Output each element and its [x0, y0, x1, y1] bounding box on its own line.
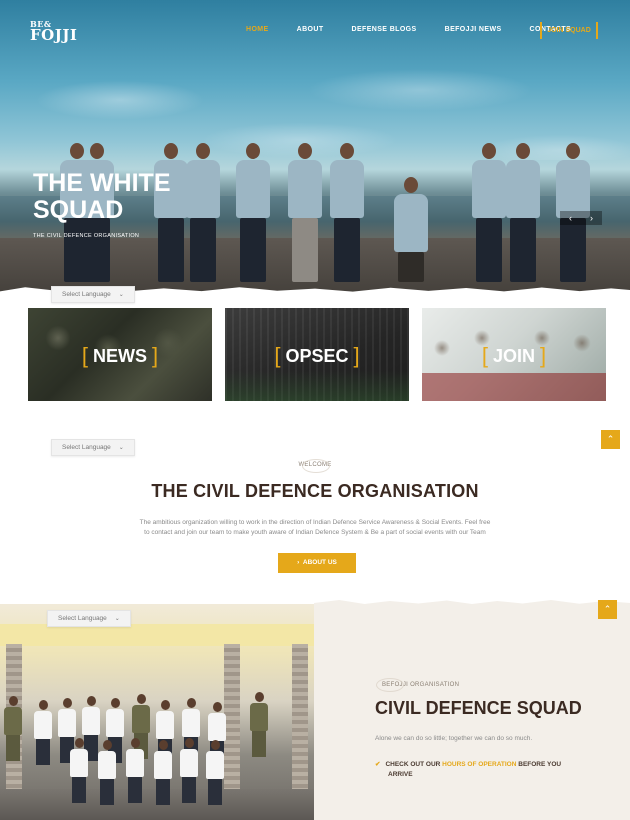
hero-title-line-1: THE WHITE [33, 169, 171, 197]
about-us-label: ABOUT US [302, 559, 337, 566]
opsec-card-text: OPSEC [285, 346, 349, 366]
photo-person [4, 696, 22, 761]
nav-befojji-news[interactable]: BEFOJJI NEWS [445, 26, 502, 33]
language-select[interactable]: Select Language ⌄ [51, 286, 135, 303]
hero-person [394, 177, 428, 282]
photo-pillar [292, 644, 308, 794]
welcome-title: THE CIVIL DEFENCE ORGANISATION [151, 481, 479, 501]
join-squad-button[interactable]: JOIN SQUAD [540, 22, 598, 39]
chevron-up-icon: ⌃ [603, 604, 612, 614]
language-select[interactable]: Select Language ⌄ [47, 610, 131, 627]
chevron-left-icon[interactable]: ‹ [560, 211, 581, 225]
nav-about[interactable]: ABOUT [297, 26, 324, 33]
photo-person [180, 738, 198, 803]
join-card[interactable]: [ JOIN ] [422, 308, 606, 401]
hero-person [236, 143, 270, 282]
check-prefix: CHECK OUT OUR [385, 761, 443, 768]
hero-person [288, 143, 322, 282]
opsec-card-label: [ OPSEC ] [274, 343, 360, 368]
language-select-label: Select Language [58, 615, 107, 622]
opsec-card[interactable]: [ OPSEC ] [225, 308, 409, 401]
welcome-text-line-2: to contact and join our team to make you… [144, 529, 486, 536]
logo-line-2: FOJJI [30, 26, 78, 44]
news-card[interactable]: [ NEWS ] [28, 308, 212, 401]
photo-person [70, 738, 88, 803]
hero-person [506, 143, 540, 282]
chevron-right-icon[interactable]: › [581, 211, 602, 225]
nav-defense-blogs[interactable]: DEFENSE BLOGS [352, 26, 417, 33]
news-card-text: NEWS [93, 346, 147, 366]
photo-person [250, 692, 268, 757]
scroll-top-button[interactable]: ⌃ [601, 430, 620, 449]
language-select-label: Select Language [62, 291, 111, 298]
hero-title-line-2: SQUAD [33, 196, 124, 224]
hero-title: THE WHITE SQUAD [33, 170, 171, 224]
language-select-label: Select Language [62, 444, 111, 451]
hours-of-operation-link[interactable]: HOURS OF OPERATION [442, 761, 516, 768]
slider-controls: ‹ › [560, 211, 602, 225]
photo-person [98, 740, 116, 805]
chevron-down-icon: ⌄ [118, 445, 124, 451]
welcome-label: WELCOME [290, 459, 340, 473]
site-logo[interactable]: BE& FOJJI [30, 20, 78, 44]
chevron-down-icon: ⌄ [114, 616, 120, 622]
squad-checklist-item: ✔ CHECK OUT OUR HOURS OF OPERATION BEFORE… [375, 760, 565, 780]
welcome-text-line-1: The ambitious organization willing to wo… [139, 519, 491, 526]
squad-label: BEFOJJI ORGANISATION [375, 678, 460, 692]
check-line-2: ARRIVE [388, 771, 413, 778]
hero-person [472, 143, 506, 282]
scroll-top-button[interactable]: ⌃ [598, 600, 617, 619]
hero-banner: BE& FOJJI HOME ABOUT DEFENSE BLOGS BEFOJ… [0, 0, 630, 292]
welcome-text: The ambitious organization willing to wo… [115, 518, 515, 538]
check-icon: ✔ [375, 761, 381, 768]
hero-subtitle: THE CIVIL DEFENCE ORGANISATION [33, 233, 140, 239]
about-us-button[interactable]: › ABOUT US [278, 553, 356, 573]
news-card-label: [ NEWS ] [81, 343, 159, 368]
join-card-text: JOIN [492, 346, 535, 366]
photo-person [34, 700, 52, 765]
hero-person [186, 143, 220, 282]
chevron-up-icon: ⌃ [606, 434, 615, 444]
photo-pillar [224, 644, 240, 794]
hero-sky [0, 40, 630, 160]
language-select[interactable]: Select Language ⌄ [51, 439, 135, 456]
check-suffix: BEFORE YOU [516, 761, 562, 768]
chevron-down-icon: ⌄ [118, 292, 124, 298]
squad-photo [0, 604, 314, 820]
nav-home[interactable]: HOME [246, 26, 269, 33]
squad-text: Alone we can do so little; together we c… [375, 735, 533, 742]
hero-person [330, 143, 364, 282]
squad-title: CIVIL DEFENCE SQUAD [375, 698, 582, 718]
photo-person [126, 738, 144, 803]
photo-person [206, 740, 224, 805]
photo-person [154, 740, 172, 805]
photo-roof [0, 624, 314, 646]
join-card-label: [ JOIN ] [481, 343, 547, 368]
